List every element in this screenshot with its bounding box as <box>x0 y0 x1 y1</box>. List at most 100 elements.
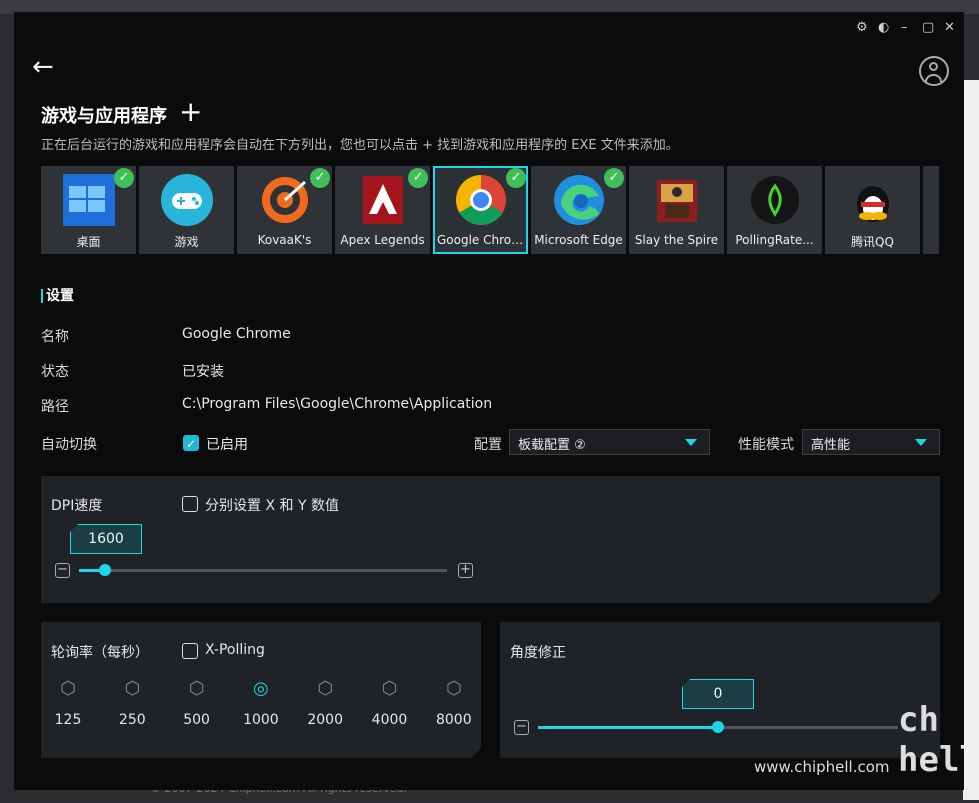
edge-icon <box>553 174 605 226</box>
polling-label: 轮询率（每秒） <box>51 645 149 661</box>
app-tile-edge[interactable]: ✓ Microsoft Edge <box>531 166 626 254</box>
qq-icon <box>847 174 899 226</box>
app-tile-desktop[interactable]: ✓ 桌面 <box>41 166 136 254</box>
polling-rate-label: 8000 <box>435 712 472 728</box>
auto-switch-label: 自动切换 <box>41 437 97 453</box>
polling-rate-option[interactable]: ⬡ 2000 <box>305 678 345 728</box>
minimize-button[interactable]: – <box>901 20 908 35</box>
app-tile-pollingrate[interactable]: PollingRate... <box>727 166 822 254</box>
polling-rate-option[interactable]: ⬡ 8000 <box>434 678 474 728</box>
path-value: C:\Program Files\Google\Chrome\Applicati… <box>182 396 493 412</box>
dpi-slider-handle[interactable] <box>99 564 111 576</box>
gamepad-icon <box>161 174 213 226</box>
watermark-logo: chhell <box>898 700 964 780</box>
app-tile-apex[interactable]: ✓ Apex Legends <box>335 166 430 254</box>
user-account-icon[interactable] <box>919 56 949 86</box>
dpi-decrease-button[interactable]: − <box>55 563 70 578</box>
performance-mode-label: 性能模式 <box>738 437 794 453</box>
theme-icon[interactable]: ◐ <box>878 20 889 35</box>
separate-xy-checkbox[interactable] <box>182 496 198 512</box>
angle-panel: 角度修正 0 − <box>500 622 940 758</box>
hexagon-icon: ⬡ <box>124 678 141 699</box>
app-label: KovaaK's <box>257 233 312 247</box>
app-tile-more[interactable] <box>923 166 939 254</box>
polling-rate-label: 2000 <box>307 712 343 728</box>
dpi-increase-button[interactable]: + <box>458 563 473 578</box>
app-label: Google Chrome <box>437 233 524 247</box>
dpi-label: DPI速度 <box>51 498 103 514</box>
settings-heading: 设置 <box>41 289 74 303</box>
name-value: Google Chrome <box>182 326 291 342</box>
x-polling-checkbox[interactable] <box>182 643 198 659</box>
dpi-panel: DPI速度 分别设置 X 和 Y 数值 1600 − + <box>41 476 940 603</box>
check-badge-icon: ✓ <box>604 168 624 188</box>
angle-slider-handle[interactable] <box>712 721 724 733</box>
polling-rate-option[interactable]: ⬡ 125 <box>48 678 88 728</box>
auto-switch-checkbox[interactable]: ✓ <box>183 435 199 451</box>
page-subtitle: 正在后台运行的游戏和应用程序会自动在下方列出，您也可以点击 + 找到游戏和应用程… <box>41 138 679 153</box>
hexagon-icon: ⬡ <box>188 678 205 699</box>
polling-panel: 轮询率（每秒） X-Polling ⬡ 125 ⬡ 250 ⬡ 500 ◎ 1000 ⬡ 2000… <box>41 622 481 758</box>
app-window: ⚙ ◐ – ▢ ✕ ← 游戏与应用程序 + 正在后台运行的游戏和应用程序会自动在… <box>14 12 964 790</box>
polling-rate-option[interactable]: ⬡ 250 <box>112 678 152 728</box>
app-tile-games[interactable]: 游戏 <box>139 166 234 254</box>
path-label: 路径 <box>41 399 69 415</box>
app-label: 桌面 <box>76 235 101 249</box>
polling-rate-label: 125 <box>54 712 82 728</box>
angle-value-bubble: 0 <box>682 679 754 709</box>
page-title: 游戏与应用程序 <box>41 106 167 127</box>
check-badge-icon: ✓ <box>408 168 428 188</box>
status-value: 已安装 <box>182 364 224 380</box>
chrome-icon <box>455 174 507 226</box>
app-tile-qq[interactable]: 腾讯QQ <box>825 166 920 254</box>
polling-rate-label: 4000 <box>371 712 408 728</box>
status-label: 状态 <box>41 364 69 380</box>
config-dropdown[interactable]: 板载配置 ② <box>509 429 710 455</box>
chevron-down-icon <box>915 439 927 446</box>
app-label: 游戏 <box>174 235 199 249</box>
settings-icon[interactable]: ⚙ <box>856 20 868 35</box>
background-page-edge <box>963 80 979 800</box>
polling-rate-option[interactable]: ◎ 1000 <box>241 678 281 728</box>
check-badge-icon: ✓ <box>506 168 526 188</box>
add-app-button[interactable]: + <box>179 98 202 126</box>
polling-rate-option[interactable]: ⬡ 500 <box>177 678 217 728</box>
maximize-button[interactable]: ▢ <box>922 20 934 35</box>
app-label: Slay the Spire <box>634 233 719 247</box>
hexagon-icon: ⬡ <box>381 678 398 699</box>
hexagon-icon: ⬡ <box>317 678 334 699</box>
angle-slider-fill <box>538 726 718 729</box>
hexagon-icon: ⬡ <box>445 678 462 699</box>
app-label: Microsoft Edge <box>534 233 623 247</box>
config-dropdown-value: 板载配置 ② <box>518 438 586 453</box>
apex-icon <box>357 174 409 226</box>
auto-switch-value: 已启用 <box>206 437 248 453</box>
app-label: Apex Legends <box>340 233 425 247</box>
x-polling-label: X-Polling <box>205 642 265 658</box>
polling-rate-label: 250 <box>118 712 146 728</box>
close-button[interactable]: ✕ <box>944 20 955 35</box>
back-arrow-icon[interactable]: ← <box>32 54 54 80</box>
slay-the-spire-icon <box>651 174 703 226</box>
chevron-down-icon <box>685 439 697 446</box>
config-label: 配置 <box>474 437 502 453</box>
app-label: 腾讯QQ <box>851 235 894 249</box>
razer-icon <box>749 174 801 226</box>
performance-mode-dropdown[interactable]: 高性能 <box>802 429 940 455</box>
dpi-slider-track[interactable] <box>79 569 447 572</box>
windows-icon <box>63 174 115 226</box>
polling-rate-option[interactable]: ⬡ 4000 <box>370 678 410 728</box>
angle-decrease-button[interactable]: − <box>514 720 529 735</box>
app-tile-slay-the-spire[interactable]: Slay the Spire <box>629 166 724 254</box>
polling-rate-label: 500 <box>183 712 210 728</box>
hexagon-icon: ⬡ <box>60 678 76 699</box>
performance-mode-value: 高性能 <box>811 438 851 453</box>
app-tile-chrome[interactable]: ✓ Google Chrome <box>433 166 528 254</box>
watermark-site: www.chiphell.com <box>754 758 890 776</box>
check-badge-icon: ✓ <box>310 168 330 188</box>
selected-rate-icon: ◎ <box>253 678 269 699</box>
dpi-value-bubble: 1600 <box>70 524 142 554</box>
kovaaks-icon <box>259 174 311 226</box>
polling-rate-label: 1000 <box>243 712 279 728</box>
app-tile-kovaaks[interactable]: ✓ KovaaK's <box>237 166 332 254</box>
